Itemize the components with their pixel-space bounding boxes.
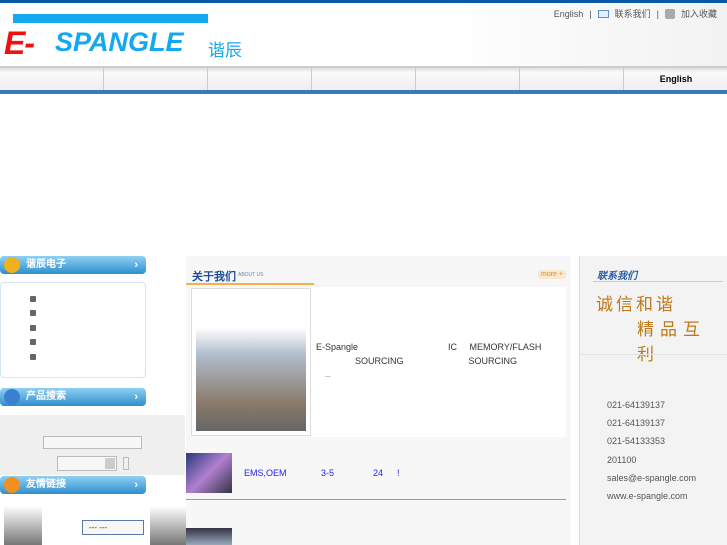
nav-item[interactable] [0,68,104,90]
nav-item[interactable] [416,68,520,90]
ems-excl: ! [397,468,400,478]
slogan-line-1: 诚信和谐 [596,295,676,315]
logo-text: SPANGLE [55,27,184,57]
logo-cn: 谐辰 [208,41,242,60]
bullet-icon[interactable] [30,310,36,316]
about-subtitle: ABOUT US [238,272,264,278]
nav-item[interactable] [520,68,624,90]
search-input[interactable] [43,436,142,449]
people-image [150,506,186,545]
separator: | [589,8,592,19]
about-line-2: SOURCING SOURCING [355,356,518,366]
search-header[interactable]: 产品搜索 › [0,388,146,406]
search-title: 产品搜索 [26,391,66,402]
nav-item-english[interactable]: English [624,68,727,90]
bullet-icon[interactable] [30,296,36,302]
contact-info: 021-64139137 021-64139137 021-54133353 2… [607,396,696,505]
nav-underline [0,90,727,94]
bullet-icon[interactable] [30,339,36,345]
chevron-right-icon: › [134,479,138,491]
top-links: English | 联系我们 | 加入收藏 [554,7,717,20]
ems-link[interactable]: EMS,OEM [244,468,287,478]
search-button[interactable] [123,457,129,470]
fax: 021-54133353 [607,436,666,447]
nav-item[interactable] [104,68,208,90]
people-image [4,506,42,545]
nav-item[interactable] [312,68,416,90]
english-link[interactable]: English [554,9,584,19]
info-icon [4,477,20,493]
more-link[interactable]: more + [538,270,566,279]
slogan-line-2: 精品互利 [637,320,706,365]
building-image [191,288,311,436]
logo-e: E- [4,25,35,61]
product-image [186,528,232,545]
nav-item[interactable] [208,68,312,90]
chevron-right-icon: › [134,391,138,403]
search-icon [4,389,20,405]
contact-title: 联系我们 [597,271,637,282]
website-link[interactable]: www.e-spangle.com [607,487,696,505]
bullet-icon[interactable] [30,354,36,360]
separator: | [656,8,659,19]
mail-icon [597,9,609,18]
bookmark-link[interactable]: 加入收藏 [681,7,717,20]
logo-bar [13,14,208,23]
ems-image [186,453,232,493]
phone-2: 021-64139137 [607,418,666,429]
company-box [0,282,146,378]
about-title: 关于我们 [192,271,236,283]
contact-link[interactable]: 联系我们 [615,7,651,20]
postcode: 201100 [607,454,637,465]
ems-hours: 24 [373,468,384,478]
phone-1: 021-64139137 [607,400,666,410]
email-link[interactable]: sales@e-spangle.com [607,469,696,487]
ems-years: 3-5 [321,468,335,478]
contact-divider [579,354,727,355]
about-line-1: E-Spangle IC MEMORY/FLASH [316,342,542,352]
company-title: 谐辰电子 [26,259,66,270]
chevron-right-icon: › [134,259,138,271]
contact-divider [593,281,723,282]
company-header[interactable]: 谐辰电子 › [0,256,146,274]
main-nav: English [0,66,727,90]
gear-icon [4,257,20,273]
divider [186,499,566,500]
chevron-down-icon [105,458,115,469]
links-header[interactable]: 友情链接 › [0,476,146,494]
category-select[interactable] [57,456,117,471]
bookmark-icon [664,8,675,19]
bullet-icon[interactable] [30,325,36,331]
links-title: 友情链接 [26,479,66,490]
links-select[interactable]: --- --- [82,520,144,535]
about-ellipsis: ... [325,372,331,379]
